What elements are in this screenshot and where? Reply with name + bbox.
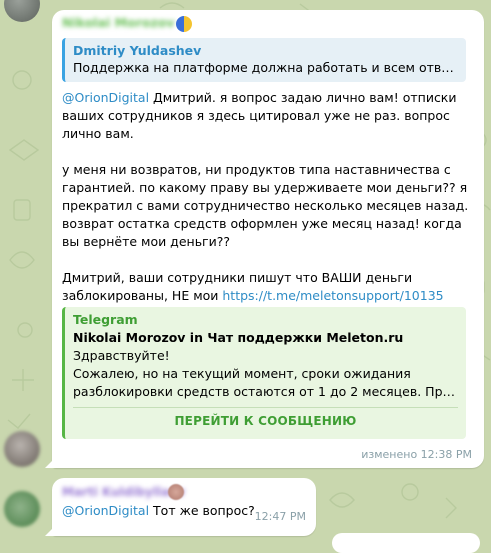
preview-title: Nikolai Morozov in Чат поддержки Meleton… — [73, 330, 404, 345]
link-preview[interactable]: Telegram Nikolai Morozov in Чат поддержк… — [62, 307, 466, 439]
message-time: 12:47 PM — [254, 510, 306, 523]
next-message-bubble-edge — [332, 533, 480, 553]
reply-author: Dmitriy Yuldashev — [73, 43, 202, 58]
reply-quote[interactable]: Dmitriy Yuldashev Поддержка на платформе… — [62, 38, 466, 82]
go-to-message-button[interactable]: ПЕРЕЙТИ К СООБЩЕНИЮ — [65, 411, 466, 431]
message-content: Тот же вопрос? — [149, 503, 255, 518]
sender-name[interactable]: Nikolai Morozov — [62, 15, 174, 30]
sender-emoji-status-icon — [176, 16, 192, 32]
preview-site-name: Telegram — [73, 312, 138, 327]
mention-link[interactable]: @OrionDigital — [62, 503, 149, 518]
second-sender-avatar[interactable] — [4, 491, 40, 527]
preview-description: разблокировки средств остаются от 1 до 2… — [73, 384, 458, 399]
mention-link[interactable]: @OrionDigital — [62, 90, 149, 105]
message-link[interactable]: https://t.me/meletonsupport/10135 — [222, 288, 443, 303]
message-text: @OrionDigital Дмитрий. я вопрос задаю ли… — [62, 89, 474, 323]
sender-name[interactable]: Marti Kuldibyllaev — [62, 485, 185, 499]
message-bubble[interactable]: Nikolai Morozov Dmitriy Yuldashev Поддер… — [52, 10, 484, 468]
reply-text: Поддержка на платформе должна работать и… — [73, 60, 458, 75]
message-paragraph: Дмитрий, ваши сотрудники пишут что ВАШИ … — [62, 269, 474, 305]
preview-divider — [73, 407, 458, 408]
message-text: @OrionDigital Тот же вопрос? — [62, 502, 255, 520]
sender-avatar[interactable] — [4, 431, 40, 467]
message-paragraph: у меня ни возвратов, ни продуктов типа н… — [62, 162, 469, 249]
preview-description: Сожалею, но на текущий момент, сроки ожи… — [73, 366, 411, 381]
message-bubble-2[interactable]: Marti Kuldibyllaev @OrionDigital Тот же … — [52, 478, 316, 536]
sender-emoji-status-icon — [168, 484, 184, 500]
message-meta: изменено 12:38 PM — [361, 448, 472, 461]
message-paragraph: @OrionDigital Дмитрий. я вопрос задаю ли… — [62, 89, 474, 143]
preview-description: Здравствуйте! — [73, 348, 170, 363]
